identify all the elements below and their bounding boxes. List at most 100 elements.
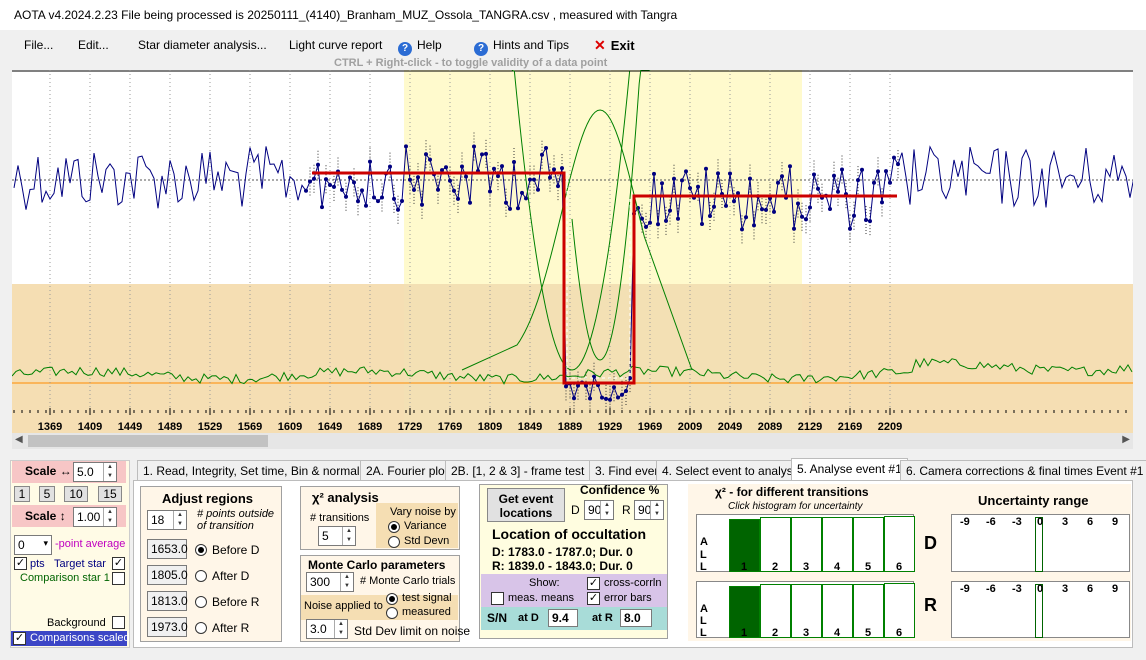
region-before-r-radio[interactable] <box>195 596 207 608</box>
sn-r-label: at R <box>592 612 613 624</box>
light-curve-plot[interactable]: 1369 1409 1449 1489 1529 1569 1609 1649 1689 1729… <box>12 70 1133 433</box>
tab-select-event[interactable]: 4. Select event to analyse <box>656 460 806 480</box>
data-point <box>428 157 432 162</box>
scroll-thumb[interactable] <box>28 435 268 447</box>
menu-star-diameter[interactable]: Star diameter analysis... <box>138 38 267 52</box>
get-event-locations-button[interactable]: Get event locations <box>487 488 565 522</box>
data-point <box>780 174 784 179</box>
data-point <box>764 207 768 212</box>
unc-r-tick-6: 6 <box>1087 583 1094 595</box>
menu-help-label: Help <box>417 38 442 52</box>
menu-file[interactable]: File... <box>24 38 53 52</box>
data-point <box>664 218 668 223</box>
data-point <box>652 171 656 176</box>
x-tick-label: 1409 <box>78 421 102 433</box>
confidence-label: Confidence % <box>580 483 660 497</box>
scroll-left-arrow[interactable]: ◀ <box>15 434 23 445</box>
hist-d-bin-3: 3 <box>803 561 810 573</box>
data-point <box>812 172 816 177</box>
target-star-checkbox[interactable]: ✓ <box>112 557 125 570</box>
data-point <box>356 199 360 204</box>
hist-r-bin-1: 1 <box>741 627 748 639</box>
comparison-star-checkbox[interactable] <box>112 572 125 585</box>
tab-fourier-plot[interactable]: 2A. Fourier plot <box>360 460 455 480</box>
scale-h-input[interactable]: 5.0 ▲ ▼ <box>73 462 117 482</box>
data-point <box>800 214 804 219</box>
error-bars-label: error bars <box>604 592 652 604</box>
data-point <box>380 195 384 200</box>
region-after-r-value: 1973.0 <box>147 617 188 637</box>
background-checkbox[interactable] <box>112 616 125 629</box>
data-point <box>696 184 700 189</box>
plot-scrollbar[interactable]: ◀ ▶ <box>12 433 1133 449</box>
region-after-d-radio[interactable] <box>195 570 207 582</box>
tab-camera-corrections[interactable]: 6. Camera corrections & final times Even… <box>900 460 1146 480</box>
scroll-right-arrow[interactable]: ▶ <box>1122 434 1130 445</box>
comparisons-scaled-checkbox[interactable]: ✓ <box>13 632 26 645</box>
tab-frame-test[interactable]: 2B. [1, 2 & 3] - frame test <box>445 460 591 480</box>
menu-light-curve-report[interactable]: Light curve report <box>289 38 382 52</box>
std-devn-radio[interactable] <box>388 536 400 548</box>
test-signal-radio[interactable] <box>386 593 398 605</box>
average-select[interactable]: 0 ▾ <box>14 535 52 555</box>
data-point <box>464 174 468 179</box>
transitions-input[interactable]: 5 ▲ ▼ <box>318 526 356 546</box>
unc-d-tick-4: 0 <box>1037 516 1044 528</box>
variance-radio[interactable] <box>388 521 400 533</box>
toggle-hint: CTRL + Right-click - to toggle validity … <box>334 57 608 69</box>
pts-checkbox[interactable]: ✓ <box>14 557 27 570</box>
conf-r-input[interactable]: 90 ▲ ▼ <box>634 500 664 520</box>
menu-hints[interactable]: ? Hints and Tips <box>474 38 569 56</box>
menu-edit[interactable]: Edit... <box>78 38 109 52</box>
cross-corr-checkbox[interactable]: ✓ <box>587 577 600 590</box>
data-point <box>676 216 680 221</box>
mc-trials-input[interactable]: 300 ▲ ▼ <box>306 572 354 592</box>
data-point <box>828 207 832 211</box>
adjust-regions-title: Adjust regions <box>162 491 254 506</box>
data-point <box>492 166 496 171</box>
tab-analyse-event[interactable]: 5. Analyse event #1 <box>791 458 908 481</box>
points-outside-input[interactable]: 18 ▲ ▼ <box>147 510 187 530</box>
region-after-r-radio[interactable] <box>195 622 207 634</box>
average-label: -point average <box>55 538 126 550</box>
region-before-r-value: 1813.0 <box>147 591 188 611</box>
scale-v-input[interactable]: 1.00 ▲ ▼ <box>73 507 117 527</box>
menu-help[interactable]: ? Help <box>398 38 442 56</box>
x-tick-label: 2089 <box>758 421 782 433</box>
scale-h-value: 5.0 <box>77 465 94 479</box>
scale-v-value: 1.00 <box>77 510 101 524</box>
data-point <box>512 160 516 164</box>
region-before-d-radio[interactable] <box>195 544 207 556</box>
mc-trials-value: 300 <box>310 575 331 589</box>
data-point <box>524 196 528 201</box>
sn-label: S/N <box>487 611 508 625</box>
data-point <box>856 178 860 183</box>
data-point <box>860 167 864 172</box>
data-point <box>896 162 900 167</box>
sn-r-value: 8.0 <box>620 609 652 627</box>
mc-trials-label: # Monte Carlo trials <box>360 575 456 587</box>
unc-r-tick-1: -9 <box>960 583 970 595</box>
data-point <box>688 186 692 191</box>
meas-means-checkbox[interactable] <box>491 592 504 605</box>
data-point <box>744 215 748 220</box>
scale-button-1[interactable]: 1 <box>14 486 30 502</box>
menu-exit[interactable]: ✕ Exit <box>594 37 635 54</box>
hist-r-bin-4: 4 <box>834 627 841 639</box>
sd-limit-input[interactable]: 3.0 ▲ ▼ <box>306 619 348 639</box>
error-bars-checkbox[interactable]: ✓ <box>587 592 600 605</box>
measured-radio[interactable] <box>386 607 398 619</box>
data-point <box>600 395 604 400</box>
data-point <box>496 174 500 179</box>
data-point <box>452 188 456 193</box>
data-point <box>868 219 872 224</box>
x-tick-label: 1729 <box>398 421 422 433</box>
scale-button-10[interactable]: 10 <box>64 486 88 502</box>
tab-read-integrity[interactable]: 1. Read, Integrity, Set time, Bin & norm… <box>137 460 381 480</box>
scale-button-5[interactable]: 5 <box>39 486 55 502</box>
unc-d-tick-7: 9 <box>1112 516 1119 528</box>
scale-button-15[interactable]: 15 <box>98 486 122 502</box>
data-point <box>748 176 752 181</box>
data-point <box>680 178 684 183</box>
conf-d-input[interactable]: 90 ▲ ▼ <box>584 500 614 520</box>
